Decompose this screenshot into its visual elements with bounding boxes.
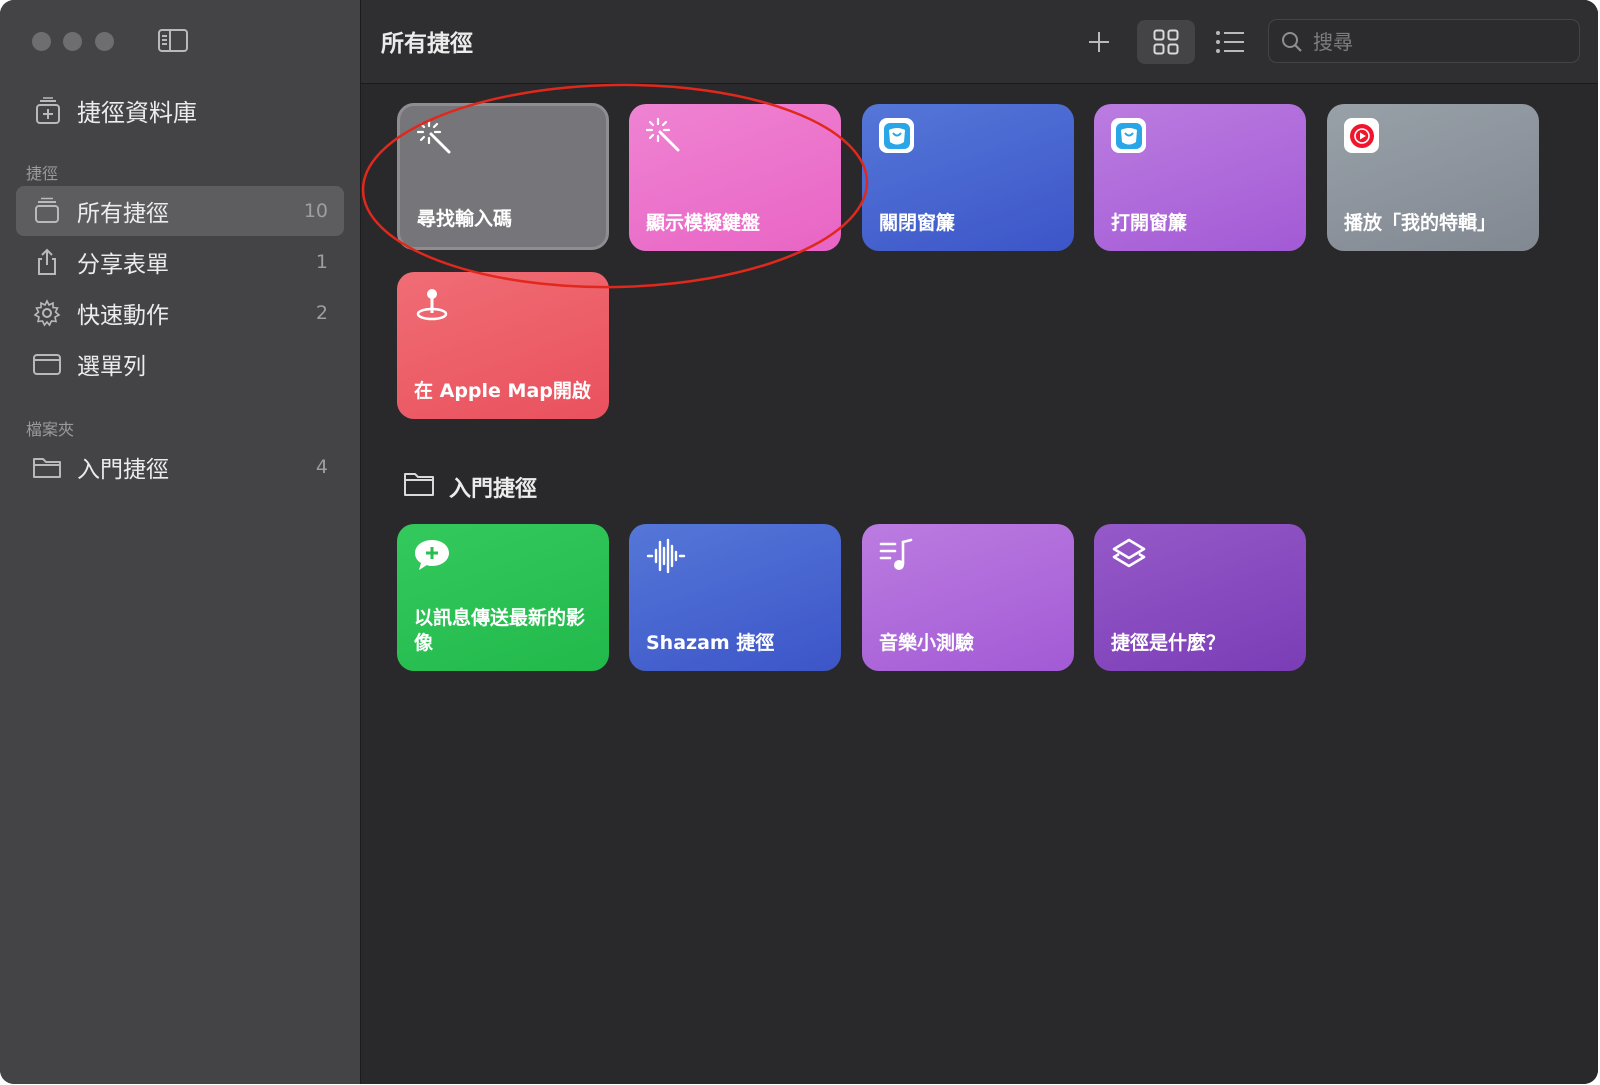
sidebar-item-share-sheet[interactable]: 分享表單 1 — [16, 237, 344, 287]
smart-home-app-icon — [879, 118, 915, 154]
grid-view-button[interactable] — [1137, 20, 1195, 64]
shortcut-label: 關閉窗簾 — [879, 212, 956, 234]
sidebar-item-count: 10 — [303, 200, 328, 222]
gear-icon — [32, 298, 62, 328]
shortcut-label: 以訊息傳送最新的影像 — [414, 607, 586, 654]
folder-section-title: 入門捷徑 — [449, 477, 538, 502]
main-content: 所有捷徑 尋找輸入碼 — [361, 0, 1598, 1084]
shortcut-tile-open-curtain[interactable]: 打開窗簾 — [1094, 104, 1306, 251]
folder-icon — [32, 452, 62, 482]
shortcut-tile-what-is-shortcut[interactable]: 捷徑是什麼？ — [1094, 524, 1306, 671]
magic-wand-icon — [416, 119, 453, 156]
search-icon — [1282, 32, 1302, 52]
share-icon — [32, 247, 62, 277]
youtube-music-app-icon — [1344, 118, 1380, 154]
smart-home-app-icon — [1111, 118, 1147, 154]
shortcut-label: 播放「我的特輯」 — [1344, 212, 1497, 234]
close-window-button[interactable] — [32, 32, 51, 51]
shortcut-tile-close-curtain[interactable]: 關閉窗簾 — [862, 104, 1074, 251]
sidebar-toggle-icon[interactable] — [158, 29, 188, 52]
sidebar-item-label: 快速動作 — [77, 303, 169, 329]
shortcut-tile-play-my-mix[interactable]: 播放「我的特輯」 — [1327, 104, 1539, 251]
sidebar-item-menu-bar[interactable]: 選單列 — [16, 339, 344, 389]
library-label: 捷徑資料庫 — [77, 98, 197, 127]
shortcut-label: 顯示模擬鍵盤 — [646, 212, 761, 234]
shortcut-label: 捷徑是什麼？ — [1111, 632, 1226, 654]
shortcut-label: Shazam 捷徑 — [646, 632, 775, 654]
zoom-window-button[interactable] — [95, 32, 114, 51]
plus-icon — [1089, 32, 1109, 52]
gallery-icon — [35, 97, 61, 124]
shortcut-tile-send-latest-photo[interactable]: 以訊息傳送最新的影像 — [397, 524, 609, 671]
folder-section-header: 入門捷徑 — [403, 471, 537, 503]
shortcut-label: 在 Apple Map開啟 — [414, 380, 591, 402]
list-view-button[interactable] — [1203, 20, 1257, 64]
waveform-icon — [646, 538, 686, 574]
sidebar-item-label: 選單列 — [77, 354, 146, 380]
shortcut-label: 音樂小測驗 — [879, 632, 975, 654]
section-header-folders: 檔案夾 — [26, 420, 75, 439]
folder-icon — [403, 471, 435, 503]
sidebar-item-label: 分享表單 — [77, 252, 169, 278]
map-pin-icon — [414, 286, 450, 322]
shortcut-tile-music-quiz[interactable]: 音樂小測驗 — [862, 524, 1074, 671]
shortcut-label: 打開窗簾 — [1111, 212, 1188, 234]
sidebar-item-starter-shortcuts[interactable]: 入門捷徑 4 — [16, 442, 344, 492]
sidebar-item-label: 所有捷徑 — [77, 201, 169, 227]
shortcut-tile-find-code[interactable]: 尋找輸入碼 — [397, 103, 609, 250]
search-input[interactable] — [1311, 28, 1565, 56]
stack-icon — [32, 196, 62, 226]
sidebar-item-quick-actions[interactable]: 快速動作 2 — [16, 288, 344, 338]
page-title: 所有捷徑 — [381, 31, 473, 57]
shortcut-tile-open-in-apple-map[interactable]: 在 Apple Map開啟 — [397, 272, 609, 419]
shortcut-label: 尋找輸入碼 — [417, 208, 513, 230]
list-icon — [1216, 31, 1244, 53]
section-header-shortcuts: 捷徑 — [26, 164, 59, 183]
shortcut-tile-show-keyboard[interactable]: 顯示模擬鍵盤 — [629, 104, 841, 251]
sidebar-item-count: 2 — [315, 302, 328, 324]
menu-bar-icon — [32, 349, 62, 379]
add-shortcut-button[interactable] — [1079, 20, 1119, 64]
magic-wand-icon — [645, 117, 682, 154]
sidebar-item-count: 4 — [315, 456, 328, 478]
message-plus-icon — [414, 538, 450, 574]
sidebar-item-label: 入門捷徑 — [77, 457, 169, 483]
toolbar: 所有捷徑 — [361, 0, 1598, 84]
minimize-window-button[interactable] — [63, 32, 82, 51]
sidebar-item-library[interactable]: 捷徑資料庫 — [24, 92, 197, 128]
shortcuts-window: 捷徑資料庫 捷徑 所有捷徑 10 分享表單 1 快速動作 2 選單列 檔案夾 入… — [0, 0, 1598, 1084]
music-list-icon — [879, 538, 915, 574]
sidebar-item-count: 1 — [315, 251, 328, 273]
grid-icon — [1153, 29, 1179, 55]
shortcut-tile-shazam[interactable]: Shazam 捷徑 — [629, 524, 841, 671]
search-field[interactable] — [1268, 19, 1580, 63]
sidebar: 捷徑資料庫 捷徑 所有捷徑 10 分享表單 1 快速動作 2 選單列 檔案夾 入… — [0, 0, 361, 1084]
sidebar-item-all-shortcuts[interactable]: 所有捷徑 10 — [16, 186, 344, 236]
shortcuts-layers-icon — [1111, 538, 1147, 574]
